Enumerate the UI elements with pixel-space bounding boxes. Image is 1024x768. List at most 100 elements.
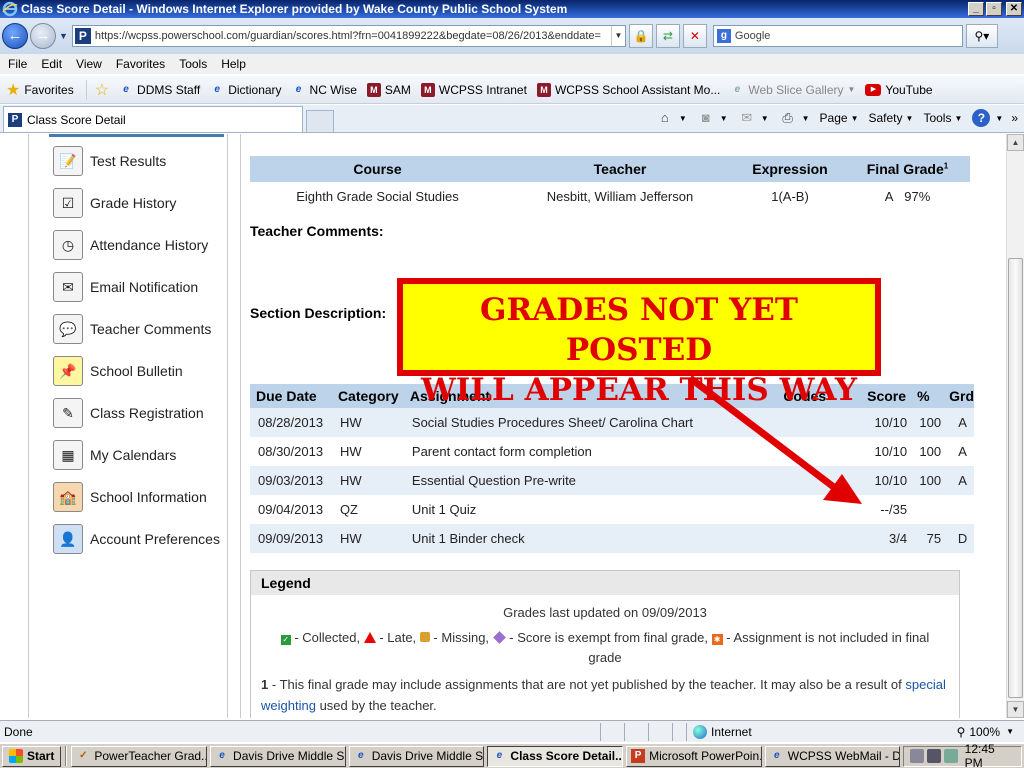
fav-dictionary[interactable]: e Dictionary — [210, 83, 281, 97]
status-text: Done — [4, 724, 33, 739]
sidebar-item-test-results[interactable]: 📝 Test Results — [53, 144, 166, 178]
history-dropdown-icon[interactable]: ▼ — [59, 31, 68, 41]
chevron-more-icon[interactable]: » — [1011, 111, 1018, 125]
tab-class-score-detail[interactable]: P Class Score Detail — [3, 106, 303, 132]
stop-button[interactable]: ✕ — [682, 24, 707, 48]
fav-sam[interactable]: M SAM — [366, 82, 411, 97]
print-icon[interactable]: ⎙ — [779, 109, 797, 127]
maximize-button[interactable]: ▫ — [986, 2, 1002, 16]
fav-ddms-staff[interactable]: e DDMS Staff — [119, 83, 200, 97]
tools-menu[interactable]: Tools ▼ — [923, 111, 962, 125]
bulletin-icon: 📌 — [53, 356, 83, 386]
powerschool-favicon-icon: P — [74, 28, 91, 44]
menu-edit[interactable]: Edit — [41, 57, 62, 71]
ie-icon: e — [774, 750, 780, 761]
lock-icon[interactable]: 🔒 — [628, 24, 653, 48]
tray-icon[interactable] — [910, 749, 925, 763]
address-toolbar: ← → ▼ P https://wcpss.powerschool.com/gu… — [0, 18, 1024, 54]
col-course: Course — [250, 156, 505, 182]
sidebar-item-account-preferences[interactable]: 👤 Account Preferences — [53, 522, 220, 556]
sidebar-item-teacher-comments[interactable]: 💬 Teacher Comments — [53, 312, 211, 346]
refresh-button[interactable]: ⇄ — [655, 24, 680, 48]
search-input[interactable]: g Google — [712, 25, 963, 47]
scroll-up-icon[interactable]: ▲ — [1007, 134, 1024, 151]
legend-box: Legend Grades last updated on 09/09/2013… — [250, 570, 960, 718]
youtube-icon: ▶ — [865, 83, 882, 96]
start-button[interactable]: Start — [2, 745, 62, 767]
url-text[interactable]: https://wcpss.powerschool.com/guardian/s… — [95, 30, 611, 42]
final-grade-note: 1 - This final grade may include assignm… — [261, 677, 946, 713]
security-zone: Internet — [686, 722, 836, 741]
sidebar-item-attendance-history[interactable]: ◷ Attendance History — [53, 228, 208, 262]
sidebar-item-class-registration[interactable]: ✎ Class Registration — [53, 396, 204, 430]
feeds-icon[interactable]: ◙ — [697, 109, 715, 127]
page-content: 📝 Test Results ☑ Grade History ◷ Attendance… — [0, 134, 1006, 718]
taskbar-davis-drive-1[interactable]: e Davis Drive Middle S... — [210, 745, 346, 767]
window-title-bar: Class Score Detail - Windows Internet Ex… — [0, 0, 1024, 18]
final-grade-value: A 97% — [884, 188, 931, 204]
taskbar-powerteacher[interactable]: ✓ PowerTeacher Grad... — [71, 745, 208, 767]
sidebar-item-my-calendars[interactable]: ▦ My Calendars — [53, 438, 176, 472]
add-favorite-icon[interactable]: ☆ — [95, 80, 109, 100]
minimize-button[interactable]: _ — [968, 2, 984, 16]
home-icon[interactable]: ⌂ — [656, 109, 674, 127]
sidebar-item-school-bulletin[interactable]: 📌 School Bulletin — [53, 354, 183, 388]
menu-tools[interactable]: Tools — [179, 57, 207, 71]
sidebar-item-grade-history[interactable]: ☑ Grade History — [53, 186, 176, 220]
teacher-name: Nesbitt, William Jefferson — [546, 188, 694, 204]
search-placeholder: Google — [734, 30, 771, 42]
taskbar-powerpoint[interactable]: P Microsoft PowerPoin... — [626, 745, 762, 767]
sidebar-item-email-notification[interactable]: ✉ Email Notification — [53, 270, 198, 304]
col-expression: Expression — [735, 156, 845, 182]
tray-icon[interactable] — [927, 749, 941, 763]
sidebar-item-school-information[interactable]: 🏫 School Information — [53, 480, 207, 514]
fav-nc-wise[interactable]: e NC Wise — [292, 83, 357, 97]
fav-web-slice-gallery[interactable]: e Web Slice Gallery ▼ — [730, 83, 856, 97]
safety-menu[interactable]: Safety ▼ — [869, 111, 914, 125]
ie-page-icon: e — [123, 83, 129, 95]
windows-logo-icon — [9, 749, 23, 763]
scroll-thumb[interactable] — [1008, 258, 1023, 698]
fav-youtube[interactable]: ▶ YouTube — [865, 83, 933, 97]
globe-icon — [693, 724, 707, 739]
tab-title: Class Score Detail — [27, 112, 126, 127]
system-tray: 12:45 PM — [903, 742, 1022, 768]
collected-check-icon: ✓ — [280, 635, 291, 645]
new-tab-button[interactable] — [306, 110, 334, 132]
forward-button[interactable]: → — [30, 23, 56, 49]
mail-icon[interactable]: ✉ — [738, 109, 756, 127]
taskbar-class-score-detail[interactable]: e Class Score Detail... — [487, 745, 624, 767]
menu-view[interactable]: View — [76, 57, 102, 71]
menu-help[interactable]: Help — [221, 57, 246, 71]
menu-favorites[interactable]: Favorites — [116, 57, 165, 71]
fav-wcpss-school-assistant[interactable]: M WCPSS School Assistant Mo... — [536, 82, 720, 97]
powerteacher-icon: ✓ — [79, 750, 88, 761]
vertical-scrollbar[interactable]: ▲ ▼ — [1006, 134, 1024, 718]
taskbar-davis-drive-2[interactable]: e Davis Drive Middle S... — [348, 745, 485, 767]
callout-line-1: GRADES NOT YET POSTED — [479, 292, 798, 368]
search-button[interactable]: ⚲▾ — [965, 24, 998, 48]
calendar-icon: ▦ — [53, 440, 83, 470]
expression-value: 1(A-B) — [771, 188, 809, 204]
col-category: Category — [331, 384, 404, 408]
account-icon: 👤 — [53, 524, 83, 554]
registration-icon: ✎ — [53, 398, 83, 428]
grade-history-icon: ☑ — [53, 188, 83, 218]
late-triangle-icon — [363, 632, 376, 643]
page-menu[interactable]: Page ▼ — [820, 111, 859, 125]
fav-wcpss-intranet[interactable]: M WCPSS Intranet — [420, 82, 527, 97]
menu-file[interactable]: File — [8, 57, 27, 71]
taskbar-webmail[interactable]: e WCPSS WebMail - D... — [764, 745, 901, 767]
back-button[interactable]: ← — [2, 23, 28, 49]
help-icon[interactable]: ? — [972, 109, 991, 127]
speaker-icon[interactable] — [943, 749, 958, 763]
col-percent: % — [911, 384, 944, 408]
scroll-down-icon[interactable]: ▼ — [1007, 701, 1024, 718]
favorites-button[interactable]: ★ Favorites — [6, 79, 87, 100]
close-window-button[interactable]: ✕ — [1006, 2, 1022, 16]
zoom-level[interactable]: ⚲ 100% ▼ — [957, 725, 1024, 739]
teacher-comments-label: Teacher Comments: — [250, 223, 384, 239]
address-bar[interactable]: P https://wcpss.powerschool.com/guardian… — [71, 25, 626, 47]
address-dropdown-icon[interactable]: ▼ — [610, 26, 625, 46]
powerpoint-icon: P — [631, 749, 646, 763]
